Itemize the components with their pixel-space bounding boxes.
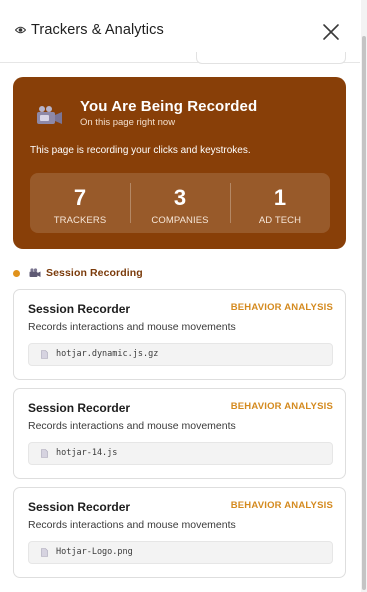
stat-label: COMPANIES [151, 215, 209, 226]
stat-trackers: 7 TRACKERS [30, 173, 130, 233]
tracker-file-name: hotjar.dynamic.js.gz [56, 349, 159, 359]
file-icon [41, 449, 48, 458]
tracker-description: Records interactions and mouse movements [28, 420, 236, 432]
search-input[interactable] [196, 52, 346, 64]
tracker-category-badge: BEHAVIOR ANALYSIS [230, 500, 333, 511]
camera-icon [29, 268, 41, 277]
tracker-file: Hotjar-Logo.png [28, 541, 333, 564]
scrollbar-thumb[interactable] [362, 36, 366, 590]
tracker-description: Records interactions and mouse movements [28, 519, 236, 531]
tracker-card[interactable]: Session Recorder BEHAVIOR ANALYSIS Recor… [13, 289, 346, 380]
tracker-file: hotjar.dynamic.js.gz [28, 343, 333, 366]
stat-ad-tech: 1 AD TECH [230, 173, 330, 233]
recording-alert-card: You Are Being Recorded On this page righ… [13, 77, 346, 249]
tracker-file: hotjar-14.js [28, 442, 333, 465]
stats-box: 7 TRACKERS 3 COMPANIES 1 AD TECH [30, 173, 330, 233]
tracker-file-name: hotjar-14.js [56, 448, 118, 458]
eye-icon [15, 26, 26, 34]
stat-value: 3 [173, 185, 187, 210]
stat-label: AD TECH [258, 215, 302, 226]
tracker-category-badge: BEHAVIOR ANALYSIS [230, 302, 333, 313]
alert-description: This page is recording your clicks and k… [30, 145, 251, 156]
tracker-name: Session Recorder [28, 500, 131, 514]
tracker-file-name: Hotjar-Logo.png [56, 547, 133, 557]
stat-value: 1 [273, 185, 287, 210]
tracker-category-badge: BEHAVIOR ANALYSIS [230, 401, 333, 412]
tracker-card[interactable]: Session Recorder BEHAVIOR ANALYSIS Recor… [13, 487, 346, 578]
tracker-card[interactable]: Session Recorder BEHAVIOR ANALYSIS Recor… [13, 388, 346, 479]
header-title-group: Trackers & Analytics [15, 22, 164, 38]
stat-companies: 3 COMPANIES [130, 173, 230, 233]
tracker-name: Session Recorder [28, 401, 131, 415]
trackers-panel: Trackers & Analytics You Are Being Recor… [0, 0, 367, 592]
file-icon [41, 548, 48, 557]
stat-label: TRACKERS [53, 215, 107, 226]
tracker-description: Records interactions and mouse movements [28, 321, 236, 333]
tracker-name: Session Recorder [28, 302, 131, 316]
file-icon [41, 350, 48, 359]
close-icon [323, 24, 339, 40]
alert-title: You Are Being Recorded [80, 98, 258, 115]
stat-value: 7 [73, 185, 87, 210]
section-title: Session Recording [46, 267, 143, 279]
status-dot [13, 269, 20, 277]
panel-title: Trackers & Analytics [31, 22, 164, 38]
close-button[interactable] [322, 23, 340, 41]
alert-subtitle: On this page right now [80, 117, 176, 128]
camera-icon [37, 106, 62, 124]
section-header-session-recording[interactable]: Session Recording [13, 267, 143, 279]
